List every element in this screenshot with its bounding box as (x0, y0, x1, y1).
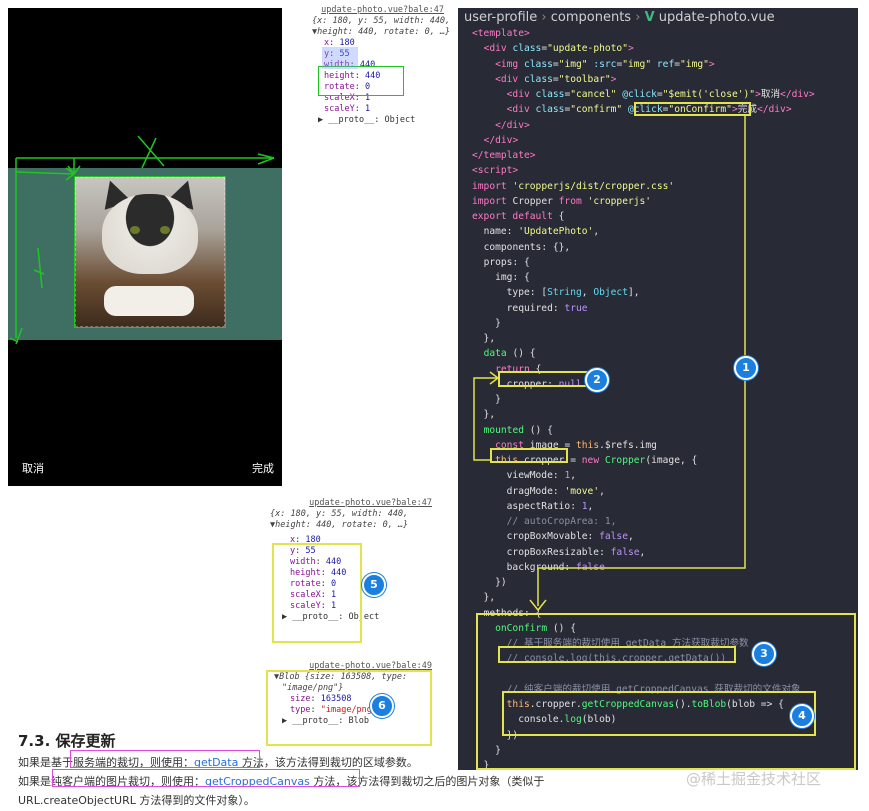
badge-step-4: 4 (790, 704, 814, 728)
badge-step-5: 5 (362, 573, 386, 597)
console-summary-cont: ▼height: 440, rotate: 0, …} (312, 27, 451, 37)
console-summary: {x: 180, y: 55, width: 440, (270, 509, 409, 519)
code-editor: user-profile › components › V update-pho… (458, 8, 858, 770)
console-row-scaley: scaleY: 1 (324, 104, 371, 114)
doc-paragraph-line-3: URL.createObjectURL 方法得到的文件对象）。 (18, 794, 255, 807)
highlight-server-crop (70, 750, 260, 768)
console-summary-cont: ▼height: 440, rotate: 0, …} (270, 520, 409, 530)
console-summary: {x: 180, y: 55, width: 440, (312, 16, 451, 26)
highlight-client-crop (52, 769, 360, 787)
arrow-onconfirm (537, 116, 746, 606)
console-source-link[interactable]: update-photo.vue?bale:47 (270, 498, 432, 509)
badge-step-1: 1 (734, 356, 758, 380)
highlight-blob-result (266, 670, 432, 746)
badge-step-3: 3 (752, 642, 776, 666)
section-title: 7.3. 保存更新 (18, 732, 116, 750)
connector-arrows (473, 116, 746, 612)
arrow-cropper (473, 377, 498, 461)
highlight-getdata-result (272, 543, 362, 643)
blue-highlight-x-y (322, 47, 358, 69)
phone-preview: 取消 完成 (8, 8, 282, 486)
console-source-link[interactable]: update-photo.vue?bale:47 (312, 5, 444, 16)
confirm-button[interactable]: 完成 (252, 460, 274, 476)
console-proto[interactable]: ▶ __proto__: Object (312, 115, 444, 126)
badge-step-2: 2 (585, 368, 609, 392)
green-highlight-width-height (318, 66, 404, 96)
cancel-button[interactable]: 取消 (22, 460, 44, 476)
watermark: @稀土掘金技术社区 (686, 770, 822, 788)
hand-drawn-annotations (9, 135, 275, 345)
badge-step-6: 6 (370, 694, 394, 718)
